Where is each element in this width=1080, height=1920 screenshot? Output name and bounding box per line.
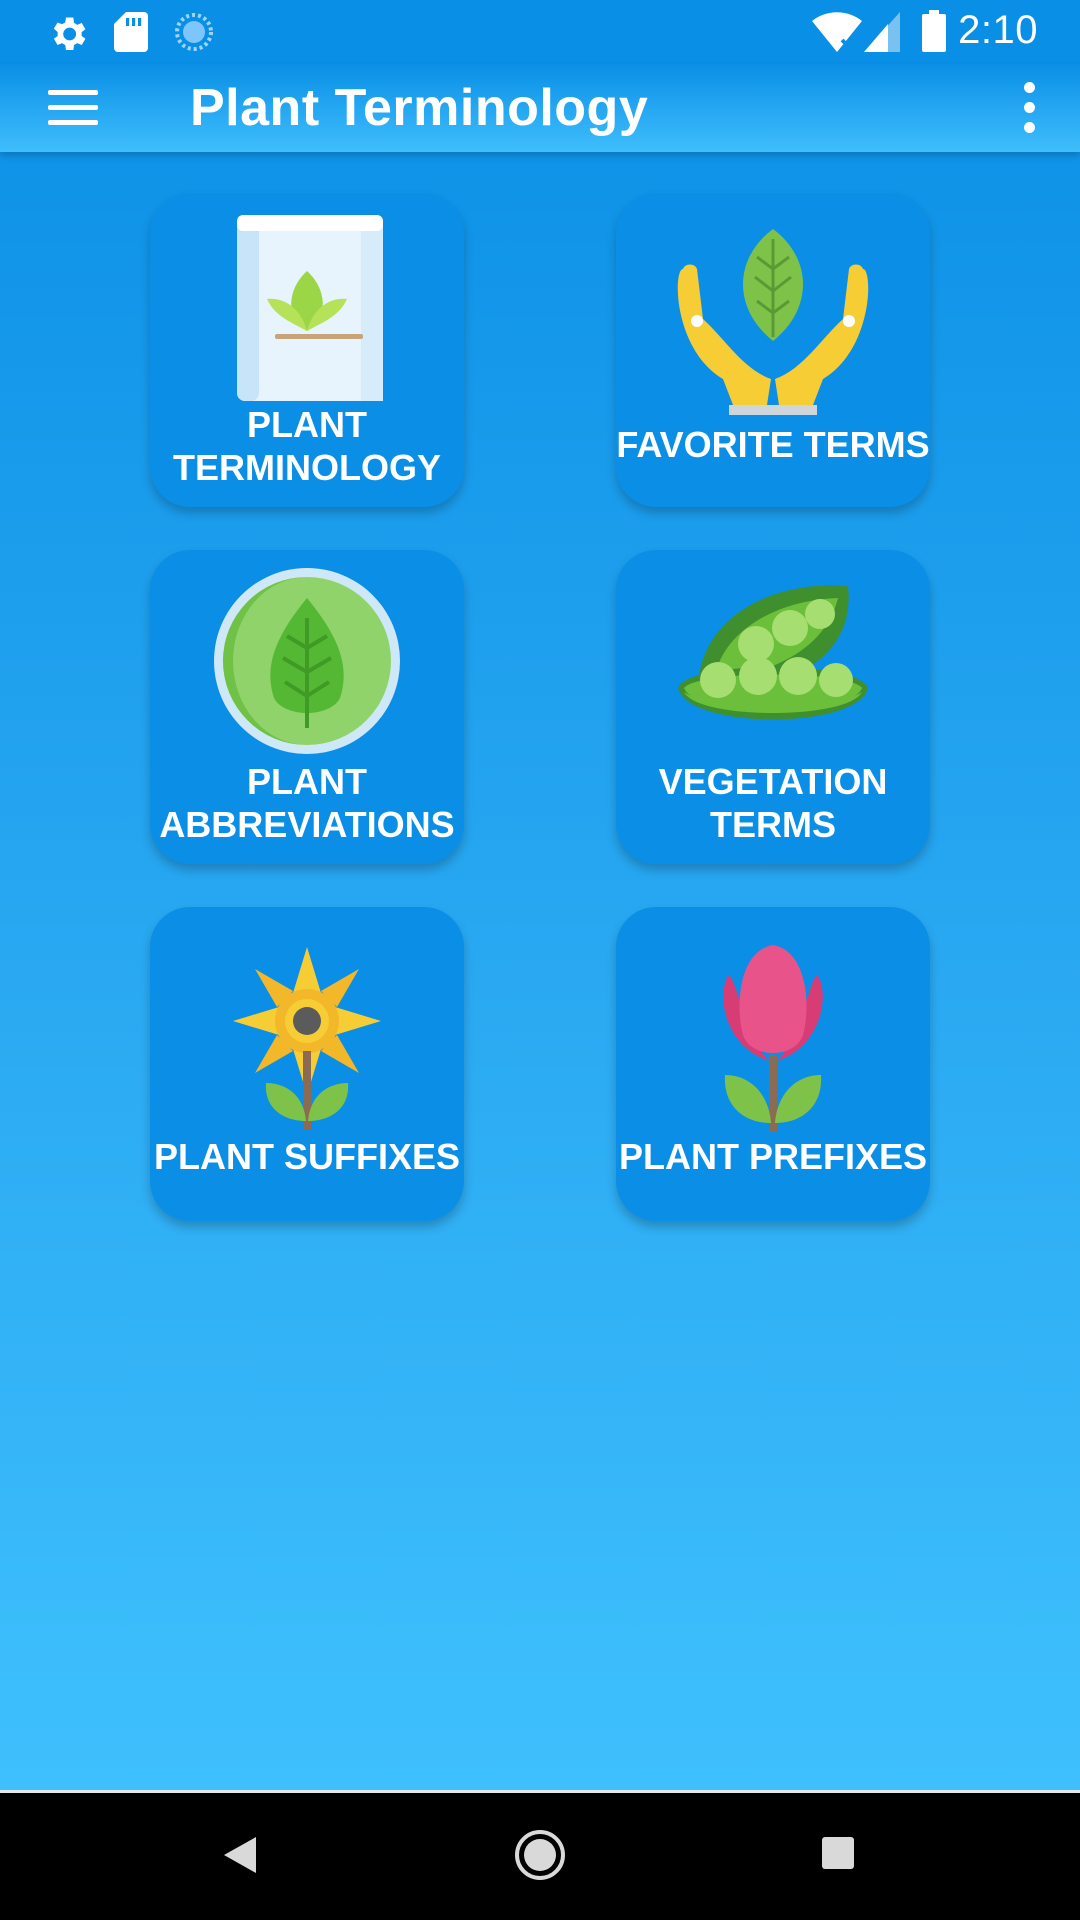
- sunflower-icon: [233, 947, 381, 1129]
- battery-icon: [922, 10, 946, 52]
- tile-plant-suffixes[interactable]: PLANT SUFFIXES: [150, 907, 464, 1221]
- home-icon[interactable]: [514, 1829, 566, 1881]
- tile-label: PLANT PREFIXES: [618, 1136, 928, 1177]
- tile-label: PLANT SUFFIXES: [153, 1136, 461, 1177]
- settings-icon: [53, 17, 86, 50]
- status-bar: 2:10: [0, 0, 1080, 64]
- back-icon[interactable]: [222, 1835, 258, 1875]
- signal-icon: [864, 12, 900, 52]
- tile-plant-prefixes[interactable]: PLANT PREFIXES: [616, 907, 930, 1221]
- hamburger-menu-icon[interactable]: [40, 80, 104, 136]
- tile-plant-abbreviations[interactable]: PLANT ABBREVIATIONS: [150, 550, 464, 864]
- tile-label: VEGETATION TERMS: [658, 761, 888, 845]
- recents-icon[interactable]: [820, 1835, 856, 1871]
- hands-leaf-icon: [677, 229, 869, 415]
- tile-label: PLANT TERMINOLOGY: [173, 404, 441, 488]
- book-plant-icon: [237, 215, 383, 401]
- tile-label: FAVORITE TERMS: [616, 424, 930, 465]
- wifi-icon: [812, 12, 862, 53]
- status-time: 2:10: [958, 8, 1038, 52]
- tile-vegetation-terms[interactable]: VEGETATION TERMS: [616, 550, 930, 864]
- app-bar: Plant Terminology: [0, 64, 1080, 152]
- leaf-badge-icon: [214, 568, 400, 754]
- tulip-icon: [723, 945, 823, 1131]
- tile-label: PLANT ABBREVIATIONS: [159, 761, 455, 845]
- more-vert-icon[interactable]: [1000, 78, 1056, 138]
- pea-pod-icon: [678, 585, 868, 720]
- tile-favorite-terms[interactable]: FAVORITE TERMS: [616, 193, 930, 507]
- app-screen: 2:10 Plant Terminology PLANT TERMINOLOGY: [0, 0, 1080, 1790]
- navigation-bar: [0, 1790, 1080, 1920]
- sd-card-icon: [114, 12, 148, 52]
- sync-icon: [175, 13, 213, 51]
- tile-plant-terminology[interactable]: PLANT TERMINOLOGY: [150, 193, 464, 507]
- page-title: Plant Terminology: [190, 79, 649, 137]
